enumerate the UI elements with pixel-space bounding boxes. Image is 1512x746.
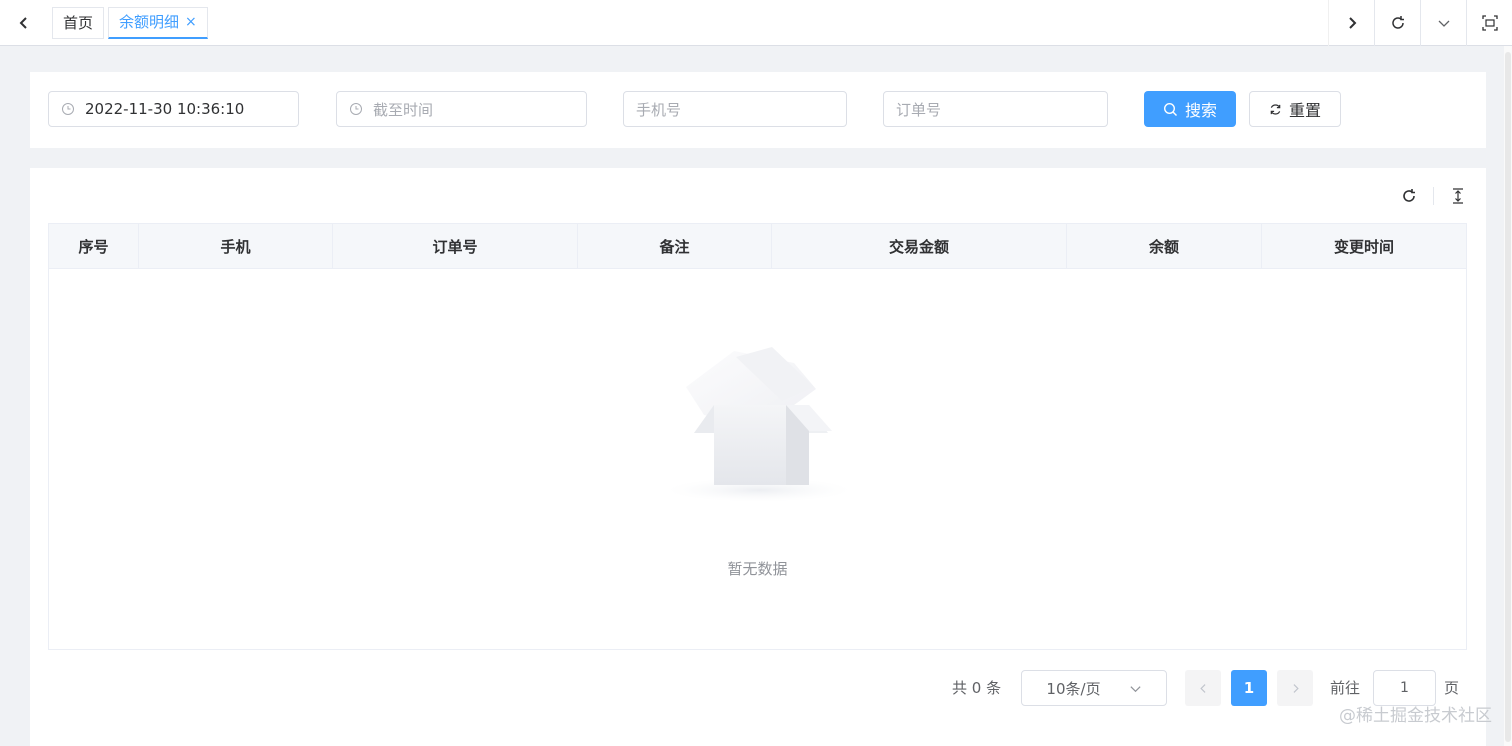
tabs-next-button[interactable] <box>1328 0 1374 46</box>
clock-icon <box>350 103 362 115</box>
close-icon[interactable]: × <box>185 7 197 37</box>
clock-icon <box>62 103 74 115</box>
vertical-align-icon <box>1453 188 1463 204</box>
refresh-table-button[interactable] <box>1399 186 1419 206</box>
column-header[interactable]: 序号 <box>49 224 139 268</box>
column-header[interactable]: 余额 <box>1067 224 1262 268</box>
chevron-left-icon <box>1199 683 1205 693</box>
table-card: 序号 手机 订单号 备注 交易金额 余额 变更时间 暂无数据 共 0 条 10条… <box>30 168 1486 746</box>
tab-home-label: 首页 <box>63 13 94 32</box>
page-number-current[interactable]: 1 <box>1231 670 1267 706</box>
tab-bar: 首页 余额明细 × <box>0 0 1512 46</box>
refresh-icon <box>1391 15 1404 29</box>
reset-button-label: 重置 <box>1288 101 1321 120</box>
next-page-button[interactable] <box>1277 670 1313 706</box>
pagination-total: 共 0 条 <box>952 679 1002 697</box>
refresh-icon <box>1403 189 1415 202</box>
table-toolbar <box>1399 186 1468 206</box>
collapse-search-button[interactable] <box>1448 186 1468 206</box>
search-button-label: 搜索 <box>1184 101 1217 120</box>
column-header[interactable]: 订单号 <box>333 224 578 268</box>
fullscreen-icon <box>1481 14 1498 31</box>
reset-icon <box>1270 103 1281 115</box>
column-header[interactable]: 交易金额 <box>772 224 1067 268</box>
chevron-down-icon <box>1438 20 1449 27</box>
scrollbar[interactable] <box>1504 46 1512 746</box>
phone-placeholder: 手机号 <box>636 100 682 119</box>
start-time-picker[interactable]: 2022-11-30 10:36:10 <box>48 91 299 127</box>
order-number-placeholder: 订单号 <box>896 100 942 119</box>
tabs-prev-button[interactable] <box>0 0 48 46</box>
reset-button[interactable]: 重置 <box>1249 91 1341 127</box>
search-icon <box>1163 102 1177 116</box>
column-header[interactable]: 手机 <box>139 224 333 268</box>
table-header: 序号 手机 订单号 备注 交易金额 余额 变更时间 <box>49 224 1466 269</box>
empty-state: 暂无数据 <box>49 269 1466 649</box>
column-header[interactable]: 变更时间 <box>1262 224 1466 268</box>
balance-table: 序号 手机 订单号 备注 交易金额 余额 变更时间 暂无数据 <box>48 223 1467 650</box>
phone-input[interactable]: 手机号 <box>623 91 847 127</box>
chevron-right-icon <box>1348 16 1356 29</box>
tab-home[interactable]: 首页 <box>52 6 105 39</box>
pagination: 共 0 条 10条/页 1 前往 页 <box>30 670 1486 706</box>
refresh-tab-button[interactable] <box>1374 0 1420 46</box>
tab-balance-detail[interactable]: 余额明细 × <box>108 6 208 39</box>
fullscreen-button[interactable] <box>1466 0 1512 46</box>
search-button[interactable]: 搜索 <box>1144 91 1236 127</box>
empty-box-icon <box>667 347 851 502</box>
toolbar-divider <box>1433 187 1434 205</box>
tab-list: 首页 余额明细 × <box>48 0 1328 46</box>
prev-page-button[interactable] <box>1185 670 1221 706</box>
end-time-placeholder: 截至时间 <box>373 100 434 119</box>
page-size-select[interactable]: 10条/页 <box>1021 670 1167 706</box>
chevron-down-icon <box>1130 685 1141 692</box>
column-header[interactable]: 备注 <box>578 224 772 268</box>
end-time-picker[interactable]: 截至时间 <box>336 91 587 127</box>
start-time-value: 2022-11-30 10:36:10 <box>85 100 245 118</box>
order-number-input[interactable]: 订单号 <box>883 91 1108 127</box>
tab-menu-dropdown[interactable] <box>1420 0 1466 46</box>
chevron-left-icon <box>19 16 27 29</box>
chevron-right-icon <box>1293 683 1299 693</box>
empty-text: 暂无数据 <box>727 560 788 578</box>
scrollbar-thumb[interactable] <box>1505 52 1511 742</box>
page-size-value: 10条/页 <box>1046 679 1101 698</box>
watermark: @稀土掘金技术社区 <box>1339 706 1492 726</box>
search-panel: 2022-11-30 10:36:10 截至时间 手机号 订单号 搜索 重置 <box>30 72 1486 148</box>
tab-balance-detail-label: 余额明细 <box>119 13 180 31</box>
